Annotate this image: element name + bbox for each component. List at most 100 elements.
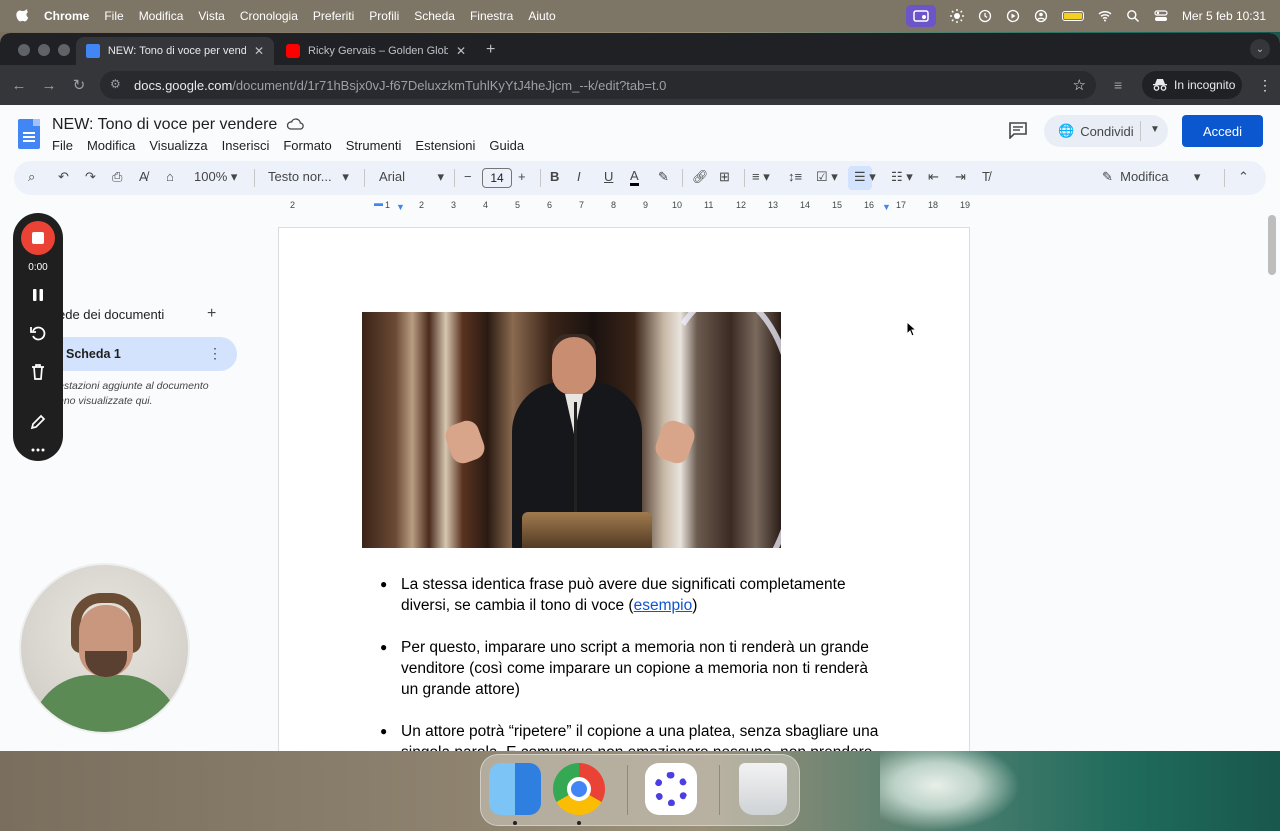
trash-icon[interactable] [28, 362, 48, 382]
comments-icon[interactable] [1008, 121, 1028, 139]
chrome-menu-icon[interactable]: ⋮ [1258, 77, 1272, 94]
menubar-datetime[interactable]: Mer 5 feb 10:31 [1182, 9, 1266, 23]
menubar-item-profili[interactable]: Profili [369, 9, 399, 23]
insert-link-icon[interactable]: 🔗︎ [692, 169, 709, 185]
redo-icon[interactable]: ↷ [85, 169, 96, 185]
menubar-item-aiuto[interactable]: Aiuto [528, 9, 555, 23]
menubar-app-name[interactable]: Chrome [44, 9, 89, 23]
close-tab-icon[interactable]: ✕ [456, 44, 466, 58]
reload-icon[interactable]: ↻ [64, 76, 94, 94]
tab-search-button[interactable]: ⌄ [1250, 39, 1270, 59]
google-docs-logo-icon[interactable] [18, 119, 40, 149]
control-center-icon[interactable] [1154, 9, 1168, 23]
list-item[interactable]: Per questo, imparare uno script a memori… [380, 637, 880, 700]
highlight-color-icon[interactable]: ✎ [658, 169, 669, 185]
battery-icon[interactable] [1061, 11, 1084, 21]
screen-recorder-status-icon[interactable] [905, 5, 936, 27]
font-select[interactable]: Arial ▾ [379, 169, 444, 185]
zoom-window-button[interactable] [58, 44, 70, 56]
reading-list-icon[interactable]: ≡ [1114, 77, 1122, 93]
trash-icon[interactable] [739, 763, 787, 815]
checklist-icon[interactable]: ☑ ▾ [816, 169, 838, 185]
add-comment-icon[interactable]: ⊞ [719, 169, 730, 185]
tab-youtube[interactable]: Ricky Gervais – Golden Globe ✕ [276, 37, 476, 65]
first-line-indent-marker[interactable]: ▼ [396, 202, 405, 212]
finder-icon[interactable] [489, 763, 541, 815]
spotlight-search-icon[interactable] [1126, 9, 1140, 23]
clear-formatting-icon[interactable]: T̸ [982, 169, 990, 184]
back-icon[interactable]: ← [4, 77, 34, 94]
docs-menu-formato[interactable]: Formato [283, 138, 331, 153]
cloud-saved-icon[interactable] [286, 117, 304, 131]
stop-recording-button[interactable] [21, 221, 55, 255]
increase-font-size-icon[interactable]: + [518, 169, 526, 184]
sign-in-button[interactable]: Accedi [1182, 115, 1263, 147]
apple-icon[interactable] [16, 9, 30, 23]
document-title[interactable]: NEW: Tono di voce per vendere [52, 116, 277, 134]
more-options-icon[interactable] [28, 445, 48, 455]
address-bar[interactable]: ⚙ docs.google.com/document/d/1r71hBsjx0v… [100, 71, 1096, 99]
bulleted-list-icon[interactable]: ☰ ▾ [854, 169, 876, 185]
line-spacing-icon[interactable]: ↕≡ [788, 169, 802, 184]
docs-menu-inserisci[interactable]: Inserisci [222, 138, 270, 153]
forward-icon[interactable]: → [34, 77, 64, 94]
incognito-badge[interactable]: In incognito [1142, 71, 1242, 99]
list-item[interactable]: La stessa identica frase può avere due s… [380, 574, 880, 616]
undo-icon[interactable]: ↶ [58, 169, 69, 185]
webcam-bubble[interactable] [19, 563, 190, 734]
list-item[interactable]: Un attore potrà “ripetere” il copione a … [380, 721, 880, 751]
play-icon[interactable] [1006, 9, 1020, 23]
restart-icon[interactable] [28, 323, 48, 343]
right-indent-marker[interactable]: ▼ [882, 202, 891, 212]
brightness-icon[interactable] [949, 9, 964, 23]
text-color-icon[interactable]: A [630, 169, 639, 186]
docs-menu-modifica[interactable]: Modifica [87, 138, 135, 153]
example-link[interactable]: esempio [634, 597, 693, 614]
add-tab-icon[interactable]: + [207, 305, 216, 323]
new-tab-button[interactable]: + [486, 41, 495, 59]
spellcheck-icon[interactable]: A̸ [139, 169, 148, 184]
docs-menu-guida[interactable]: Guida [489, 138, 524, 153]
menubar-item-cronologia[interactable]: Cronologia [240, 9, 298, 23]
decrease-indent-icon[interactable]: ⇤ [928, 169, 939, 185]
screen-recorder-icon[interactable] [645, 763, 697, 815]
menubar-item-modifica[interactable]: Modifica [139, 9, 184, 23]
menubar-item-preferiti[interactable]: Preferiti [313, 9, 354, 23]
tab-options-icon[interactable]: ⋮ [208, 345, 222, 362]
editing-mode-select[interactable]: ✎ Modifica ▾ [1102, 169, 1200, 185]
docs-menu-visualizza[interactable]: Visualizza [149, 138, 207, 153]
wifi-icon[interactable] [1098, 9, 1112, 23]
minimize-window-button[interactable] [38, 44, 50, 56]
menubar-item-finestra[interactable]: Finestra [470, 9, 513, 23]
bookmark-star-icon[interactable]: ☆ [1073, 76, 1086, 94]
bold-icon[interactable]: B [550, 169, 559, 184]
font-size-input[interactable]: 14 [482, 168, 512, 188]
italic-icon[interactable]: I [577, 169, 581, 184]
embedded-photo[interactable] [362, 312, 781, 548]
pause-icon[interactable] [28, 285, 48, 305]
chrome-icon[interactable] [553, 763, 605, 815]
site-info-icon[interactable]: ⚙ [110, 77, 126, 93]
docs-menu-strumenti[interactable]: Strumenti [346, 138, 402, 153]
underline-icon[interactable]: U [604, 169, 613, 184]
document-tab-item[interactable]: Scheda 1 ⋮ [50, 337, 237, 371]
decrease-font-size-icon[interactable]: − [464, 169, 472, 184]
horizontal-ruler[interactable]: 2 1 ▬ ▼ 2 3 4 5 6 7 8 9 10 11 12 13 14 1… [278, 198, 970, 214]
draw-pencil-icon[interactable] [28, 412, 48, 432]
user-icon[interactable] [1034, 9, 1048, 23]
time-machine-icon[interactable] [978, 9, 992, 23]
chevron-down-icon[interactable]: ▼ [1150, 124, 1160, 135]
print-icon[interactable]: ⎙ [112, 169, 122, 185]
tab-docs[interactable]: NEW: Tono di voce per vende ✕ [76, 37, 274, 65]
search-menus-icon[interactable]: ⌕ [28, 169, 35, 185]
zoom-select[interactable]: 100% ▾ [194, 169, 237, 185]
vertical-scrollbar[interactable] [1268, 215, 1276, 275]
docs-menu-file[interactable]: File [52, 138, 73, 153]
increase-indent-icon[interactable]: ⇥ [955, 169, 966, 185]
menubar-item-scheda[interactable]: Scheda [414, 9, 455, 23]
collapse-menus-icon[interactable]: ⌃ [1238, 169, 1249, 185]
numbered-list-icon[interactable]: ☷ ▾ [891, 169, 913, 185]
document-page[interactable]: La stessa identica frase può avere due s… [278, 227, 970, 751]
paint-format-icon[interactable]: ⌂ [166, 169, 174, 184]
paragraph-style-select[interactable]: Testo nor... ▾ [268, 169, 349, 185]
